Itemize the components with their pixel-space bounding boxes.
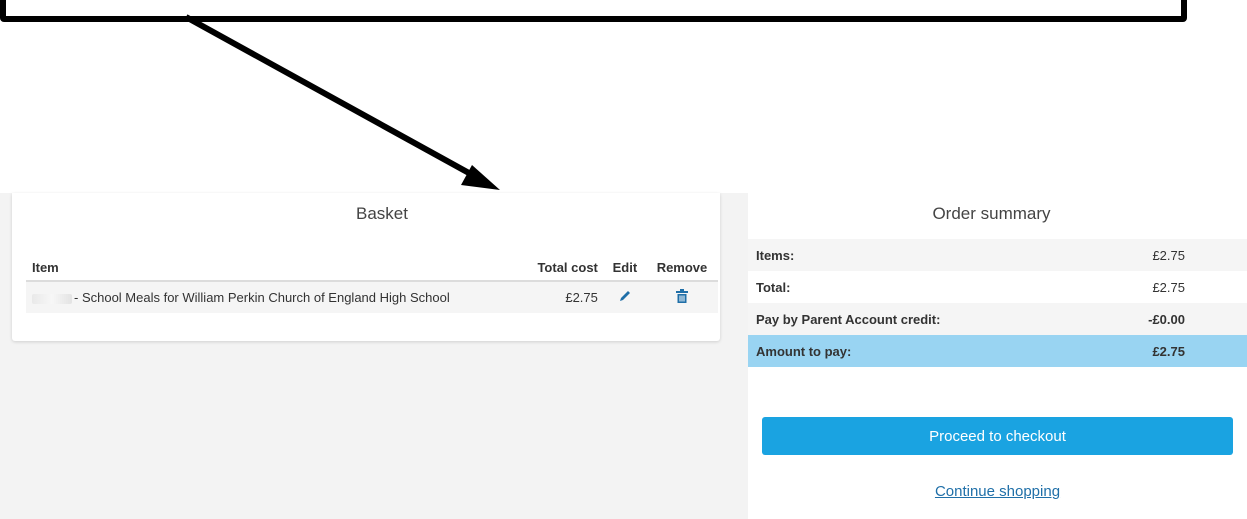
- item-total-cost: £2.75: [520, 281, 604, 313]
- remove-cell: [645, 281, 718, 313]
- basket-table: Item Total cost Edit Remove - School Mea…: [26, 259, 718, 313]
- redacted-name: [32, 293, 72, 304]
- summary-label: Total:: [756, 279, 791, 295]
- summary-label: Amount to pay:: [756, 343, 852, 359]
- edit-cell: [603, 281, 646, 313]
- column-header-item: Item: [26, 259, 521, 282]
- column-header-edit: Edit: [603, 259, 646, 282]
- basket-header-row: Item Total cost Edit Remove: [26, 259, 718, 282]
- continue-shopping-link[interactable]: Continue shopping: [748, 483, 1247, 500]
- trash-icon[interactable]: [675, 289, 688, 303]
- summary-value: -£0.00: [1148, 311, 1185, 327]
- item-cell: - School Meals for William Perkin Church…: [26, 281, 521, 313]
- basket-panel: Basket Item Total cost Edit Remove - Sch…: [12, 193, 720, 341]
- order-summary-title: Order summary: [932, 204, 1051, 223]
- summary-row-amount-to-pay: Amount to pay: £2.75: [748, 335, 1247, 367]
- summary-value: £2.75: [1152, 247, 1185, 263]
- summary-label: Items:: [756, 247, 795, 263]
- table-row: - School Meals for William Perkin Church…: [26, 281, 718, 313]
- summary-value: £2.75: [1152, 343, 1185, 359]
- column-header-remove: Remove: [645, 259, 718, 282]
- summary-label: Pay by Parent Account credit:: [756, 311, 941, 327]
- summary-row-credit: Pay by Parent Account credit: -£0.00: [748, 303, 1247, 335]
- edit-pencil-icon[interactable]: [618, 289, 632, 303]
- summary-row-items: Items: £2.75: [748, 239, 1247, 271]
- summary-value: £2.75: [1152, 279, 1185, 295]
- annotation-arrow-icon: [184, 14, 500, 190]
- summary-row-total: Total: £2.75: [748, 271, 1247, 303]
- proceed-to-checkout-button[interactable]: Proceed to checkout: [762, 417, 1233, 455]
- annotation-frame: [0, 0, 1187, 22]
- basket-title: Basket: [356, 204, 408, 223]
- item-name: - School Meals for William Perkin Church…: [74, 290, 450, 305]
- column-header-total-cost: Total cost: [520, 259, 604, 282]
